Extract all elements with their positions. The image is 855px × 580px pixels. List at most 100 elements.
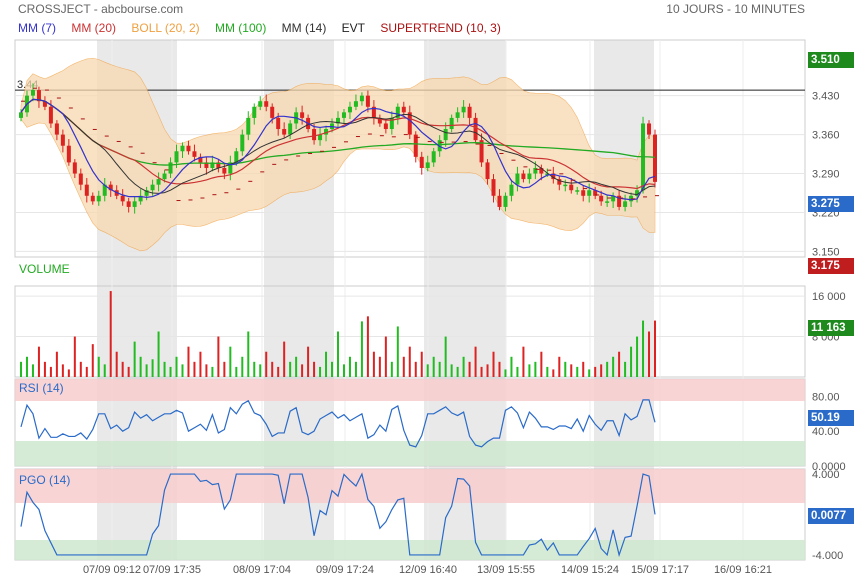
volume-bar-93: [576, 366, 579, 377]
candle-body-37: [240, 134, 245, 152]
candle-body-78: [485, 162, 490, 180]
candle-body-79: [491, 179, 496, 196]
candle-body-12: [90, 195, 95, 202]
candle-body-26: [174, 151, 179, 163]
price-last-badge: 3.275: [808, 196, 854, 212]
candle-body-17: [120, 195, 125, 202]
price-panel: 3.44: [15, 57, 805, 252]
volume-bar-13: [97, 356, 100, 377]
volume-bar-14: [103, 364, 106, 377]
volume-panel-label: VOLUME: [19, 262, 70, 276]
volume-bar-83: [516, 366, 519, 377]
time-tick-label-7: 15/09 17:17: [631, 564, 689, 576]
volume-bar-25: [169, 366, 172, 377]
volume-bar-24: [163, 361, 166, 377]
volume-bar-64: [402, 356, 405, 377]
volume-bar-45: [289, 361, 292, 377]
volume-bar-79: [492, 351, 495, 377]
candle-body-47: [300, 112, 305, 118]
candle-body-71: [443, 129, 448, 141]
volume-bar-34: [223, 361, 226, 377]
volume-bar-40: [259, 364, 262, 377]
pgo-upper-zone: [15, 469, 805, 503]
volume-bar-80: [498, 361, 501, 377]
candle-body-42: [270, 106, 275, 118]
pgo-last-badge: 0.0077: [808, 508, 854, 524]
volume-bar-104: [642, 320, 645, 377]
candle-body-101: [623, 201, 628, 207]
candle-body-25: [168, 162, 173, 174]
candle-body-95: [587, 190, 592, 196]
candle-body-97: [599, 195, 604, 202]
volume-bar-66: [414, 361, 417, 377]
volume-tick-label-1: 16 000: [812, 291, 846, 303]
volume-bar-89: [552, 369, 555, 377]
candle-body-8: [66, 145, 71, 163]
volume-bar-27: [181, 364, 184, 377]
volume-bar-82: [510, 356, 513, 377]
bollinger-band: [20, 57, 656, 252]
volume-bar-63: [396, 326, 399, 377]
volume-bar-106: [654, 320, 656, 377]
candle-body-91: [563, 184, 568, 187]
volume-bar-10: [79, 361, 82, 377]
candle-body-43: [276, 117, 281, 130]
volume-bar-36: [235, 366, 238, 377]
candle-body-38: [246, 117, 251, 135]
volume-bar-86: [534, 361, 537, 377]
price-tick-label-2: 3.290: [812, 169, 840, 181]
volume-bar-6: [55, 351, 58, 377]
volume-bar-31: [205, 364, 208, 377]
volume-bar-9: [73, 336, 76, 377]
volume-bar-3: [37, 346, 40, 377]
candle-body-74: [461, 106, 466, 113]
pgo-lower-zone: [15, 540, 805, 560]
candle-body-57: [359, 95, 364, 102]
volume-bar-18: [127, 366, 130, 377]
volume-bar-57: [360, 321, 363, 377]
candle-body-64: [401, 106, 406, 113]
volume-bar-56: [354, 361, 357, 377]
price-high-badge: 3.510: [808, 52, 854, 68]
candle-body-85: [527, 173, 532, 180]
candle-body-93: [575, 190, 580, 192]
candle-body-105: [647, 123, 652, 135]
volume-bar-96: [594, 366, 597, 377]
volume-bar-99: [612, 356, 615, 377]
candle-body-58: [365, 95, 370, 107]
candle-body-41: [264, 101, 269, 107]
volume-bar-16: [115, 351, 118, 377]
candle-body-39: [252, 106, 257, 118]
candle-body-13: [96, 195, 101, 202]
candle-body-73: [455, 112, 460, 118]
volume-bar-55: [348, 356, 351, 377]
candle-body-10: [78, 173, 83, 185]
pgo-tick-label-2: 4.000: [812, 469, 840, 481]
volume-bar-35: [229, 346, 232, 377]
volume-bar-51: [325, 351, 328, 377]
volume-bar-2: [31, 364, 34, 377]
volume-bar-7: [61, 364, 64, 377]
candle-body-76: [473, 117, 478, 141]
rsi-last-badge: 50.19: [808, 410, 854, 426]
candle-body-106: [653, 134, 657, 182]
volume-bar-61: [384, 336, 387, 377]
volume-bar-44: [283, 341, 286, 377]
volume-bar-8: [67, 369, 70, 377]
volume-bar-43: [277, 366, 280, 377]
volume-bar-81: [504, 369, 507, 377]
candle-body-18: [126, 201, 131, 207]
volume-bar-19: [133, 341, 136, 377]
candle-body-61: [383, 123, 388, 130]
volume-bar-92: [570, 364, 573, 377]
candle-body-40: [258, 101, 263, 107]
volume-bar-77: [480, 366, 483, 377]
volume-bar-29: [193, 361, 196, 377]
candle-body-7: [60, 134, 65, 146]
candle-body-80: [497, 195, 502, 207]
candle-body-92: [569, 184, 574, 191]
candle-body-69: [431, 151, 436, 163]
price-tick-label-4: 3.430: [812, 91, 840, 103]
volume-bar-48: [307, 346, 310, 377]
volume-bar-53: [337, 331, 339, 377]
